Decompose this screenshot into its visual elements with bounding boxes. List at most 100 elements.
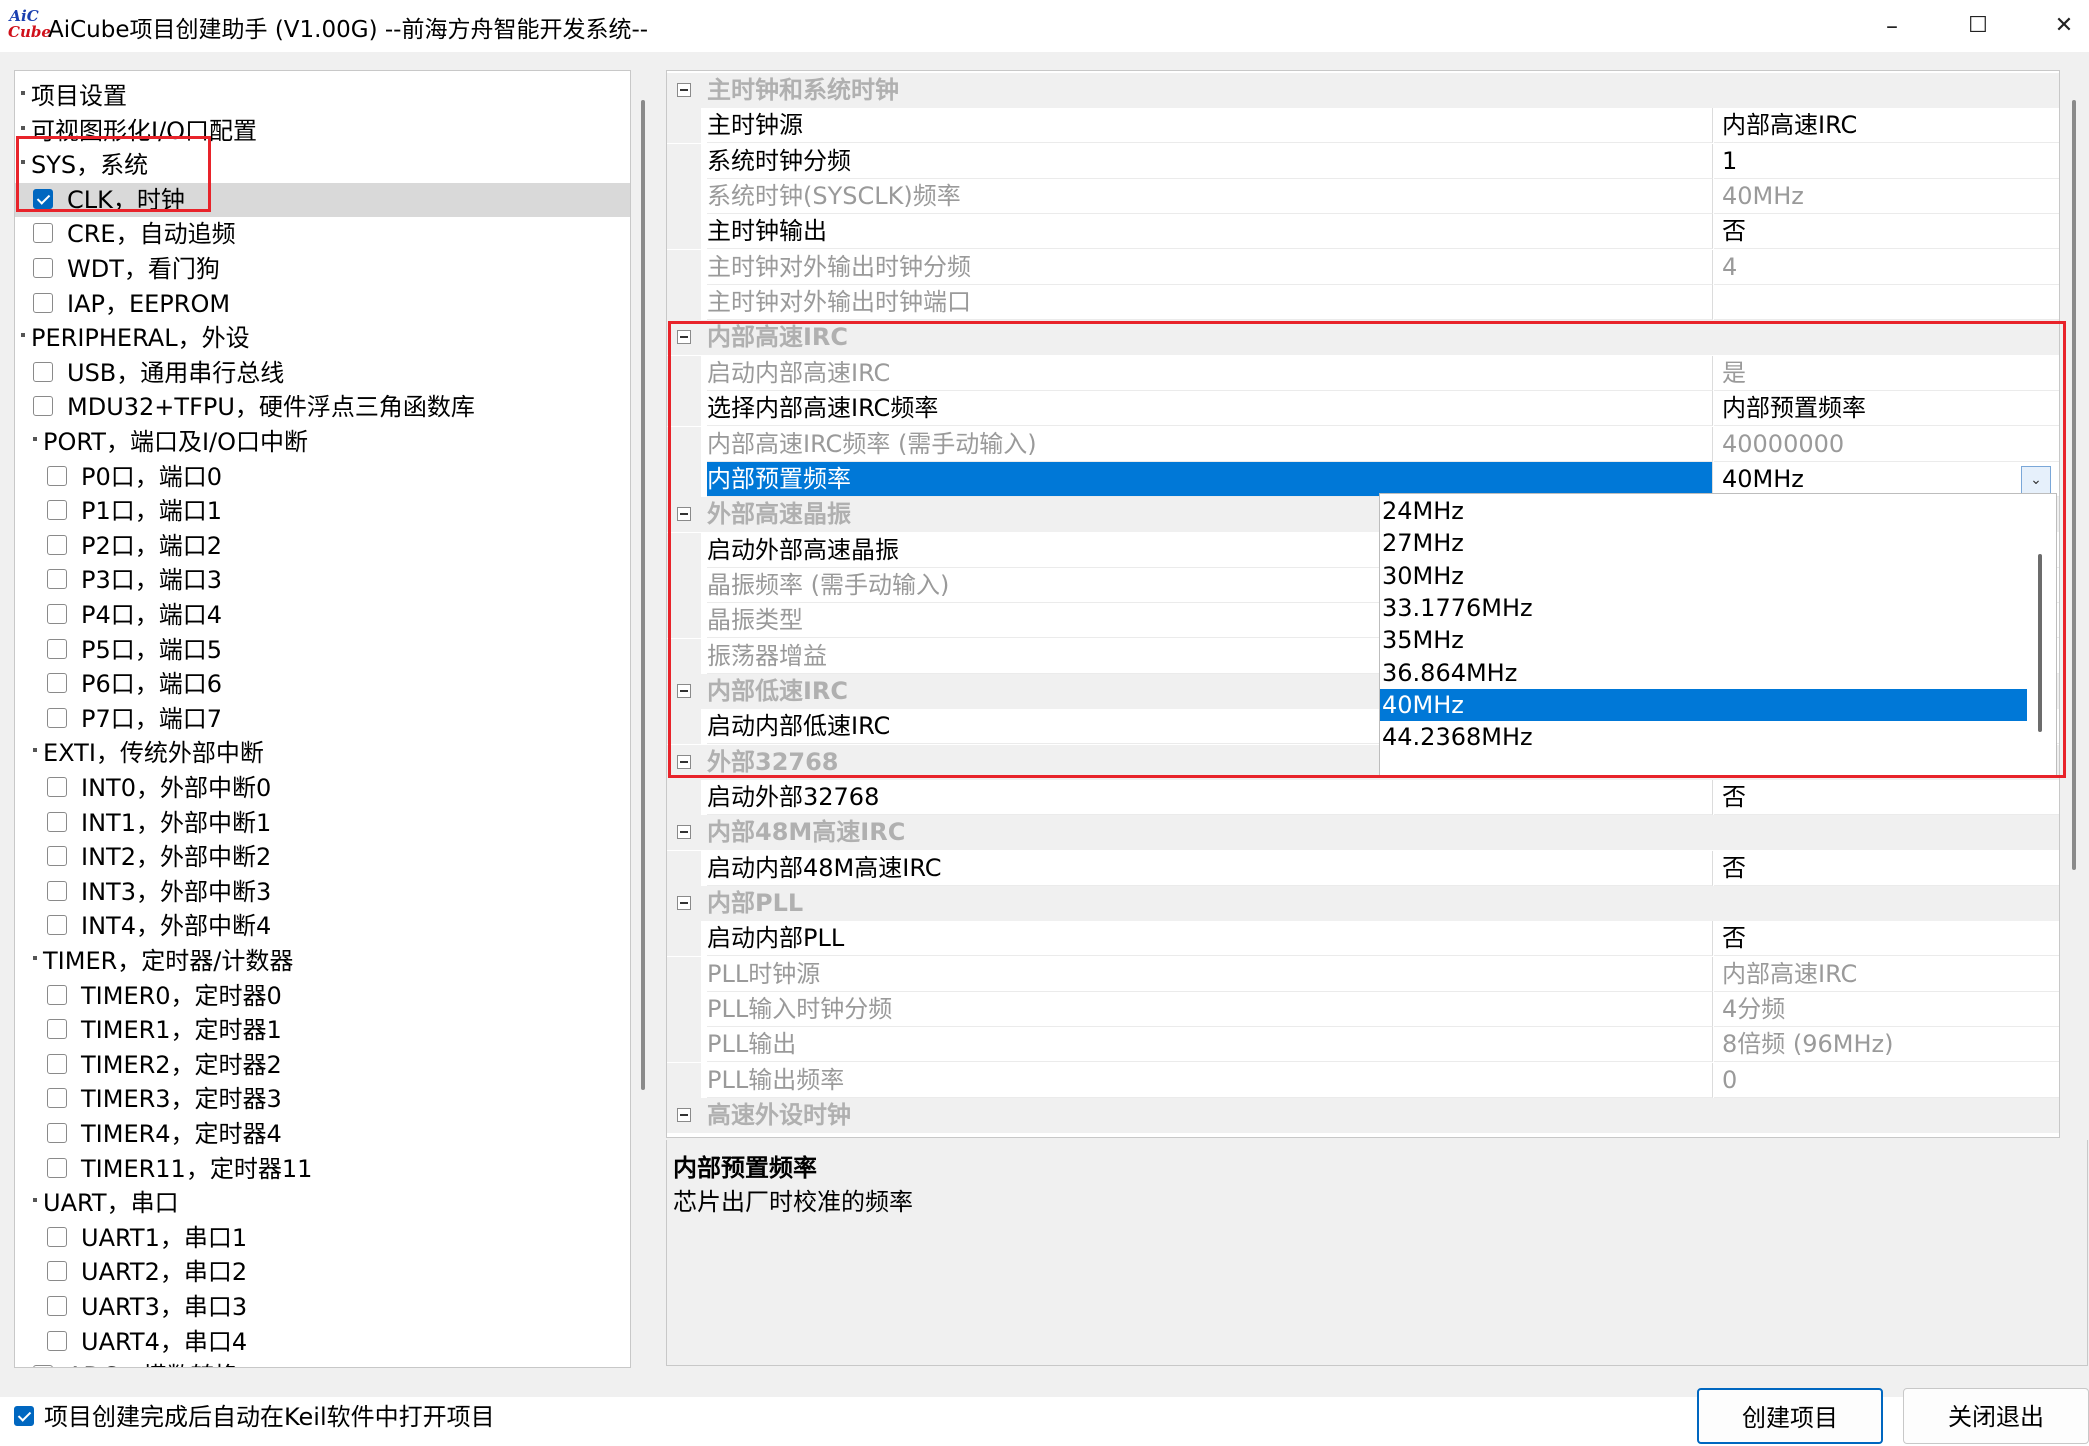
tree-item[interactable]: TIMER，定时器/计数器 xyxy=(15,944,630,978)
tree-item[interactable]: 项目设置 xyxy=(15,79,630,113)
tree-item-checkbox[interactable] xyxy=(33,1365,53,1367)
tree-item[interactable]: P4口，端口4 xyxy=(15,598,630,632)
tree-item-checkbox[interactable] xyxy=(47,1330,67,1351)
tree-item-checkbox[interactable] xyxy=(47,1053,67,1074)
config-tree[interactable]: 项目设置 可视图形化I/O口配置 SYS，系统 CLK，时钟 CRE，自动追频 WDT，看… xyxy=(14,70,631,1368)
tree-item[interactable]: USB，通用串行总线 xyxy=(15,356,630,390)
tree-item[interactable]: TIMER11，定时器11 xyxy=(15,1152,630,1186)
tree-item[interactable]: EXTI，传统外部中断 xyxy=(15,736,630,770)
tree-item[interactable]: PORT，端口及I/O口中断 xyxy=(15,425,630,459)
tree-item[interactable]: PERIPHERAL，外设 xyxy=(15,321,630,355)
grid-property-row[interactable]: 主时钟输出否 xyxy=(667,214,2059,250)
tree-item-checkbox[interactable] xyxy=(47,1123,67,1143)
tree-item-checkbox[interactable] xyxy=(47,880,67,901)
collapse-icon[interactable] xyxy=(677,1108,691,1123)
tree-item-checkbox[interactable] xyxy=(33,223,53,244)
property-value[interactable]: 内部高速IRC xyxy=(1714,108,2059,144)
property-name[interactable]: PLL输出频率 xyxy=(707,1062,1713,1098)
property-name[interactable]: 主时钟源 xyxy=(707,108,1713,144)
tree-item[interactable]: WDT，看门狗 xyxy=(15,252,630,286)
auto-open-keil-checkbox[interactable]: 项目创建完成后自动在Keil软件中打开项目 xyxy=(14,1402,495,1432)
tree-item[interactable]: P3口，端口3 xyxy=(15,563,630,597)
tree-item-checkbox[interactable] xyxy=(47,1019,67,1040)
property-name[interactable]: 启动内部PLL xyxy=(707,921,1713,957)
property-value[interactable] xyxy=(1714,285,2059,321)
tree-item-checkbox[interactable] xyxy=(47,915,67,936)
property-name[interactable]: PLL输入时钟分频 xyxy=(707,992,1713,1028)
grid-scrollbar[interactable] xyxy=(2072,100,2076,870)
minimize-button[interactable]: – xyxy=(1862,6,1922,46)
property-name[interactable]: PLL时钟源 xyxy=(707,956,1713,992)
property-value[interactable]: 40MHz xyxy=(1714,179,2059,215)
close-exit-button[interactable]: 关闭退出 xyxy=(1903,1388,2089,1444)
tree-expander-icon[interactable] xyxy=(21,91,25,95)
tree-item-checkbox[interactable] xyxy=(47,1088,67,1109)
tree-item-checkbox[interactable] xyxy=(47,1157,67,1178)
grid-category-row[interactable]: 高速外设时钟 xyxy=(667,1098,2059,1134)
property-value[interactable]: 否 xyxy=(1714,780,2059,815)
tree-item-checkbox[interactable] xyxy=(47,534,67,555)
tree-expander-icon[interactable] xyxy=(21,125,25,130)
tree-item[interactable]: P5口，端口5 xyxy=(15,633,630,667)
tree-item[interactable]: TIMER4，定时器4 xyxy=(15,1117,630,1151)
tree-item-checkbox[interactable] xyxy=(47,673,67,694)
grid-property-row[interactable]: 系统时钟分频 1 xyxy=(667,143,2059,179)
property-value[interactable]: 内部高速IRC xyxy=(1714,957,2059,992)
grid-property-row[interactable]: PLL输出 8倍频 (96MHz) xyxy=(667,1027,2059,1063)
tree-item-checkbox[interactable] xyxy=(33,292,53,313)
property-name[interactable]: 主时钟输出 xyxy=(707,214,1713,250)
maximize-button[interactable]: ☐ xyxy=(1948,6,2008,46)
grid-property-row[interactable]: 主时钟对外输出时钟分频 4 xyxy=(667,249,2059,285)
tree-item[interactable]: TIMER0，定时器0 xyxy=(15,979,630,1013)
grid-category-row[interactable]: 主时钟和系统时钟 xyxy=(667,73,2059,108)
property-name[interactable]: 系统时钟分频 xyxy=(707,143,1713,179)
tree-expander-icon[interactable] xyxy=(33,748,37,753)
tree-item-checkbox[interactable] xyxy=(47,811,67,832)
property-name[interactable]: 系统时钟(SYSCLK)频率 xyxy=(707,179,1713,215)
property-value[interactable]: 否 xyxy=(1714,921,2059,957)
grid-property-row[interactable]: 启动内部48M高速IRC 否 xyxy=(667,850,2059,886)
tree-item[interactable]: CRE，自动追频 xyxy=(15,217,630,251)
property-name[interactable]: 启动外部32768 xyxy=(707,780,1713,815)
grid-property-row[interactable]: PLL输出频率 0 xyxy=(667,1062,2059,1098)
property-value[interactable]: 8倍频 (96MHz) xyxy=(1714,1027,2059,1063)
collapse-icon[interactable] xyxy=(677,83,691,97)
tree-item-checkbox[interactable] xyxy=(33,258,53,278)
collapse-icon[interactable] xyxy=(677,825,691,840)
tree-item-checkbox[interactable] xyxy=(47,707,67,728)
tree-item[interactable]: UART4，串口4 xyxy=(15,1325,630,1359)
tree-item[interactable]: MDU32+TFPU，硬件浮点三角函数库 xyxy=(15,390,630,424)
tree-item[interactable]: INT3，外部中断3 xyxy=(15,875,630,909)
tree-item-checkbox[interactable] xyxy=(47,638,67,659)
tree-expander-icon[interactable] xyxy=(33,437,37,441)
grid-property-row[interactable]: PLL时钟源 内部高速IRC xyxy=(667,956,2059,992)
grid-property-row[interactable]: 主时钟源 内部高速IRC xyxy=(667,108,2059,144)
grid-property-row[interactable]: PLL输入时钟分频 4分频 xyxy=(667,992,2059,1028)
tree-item[interactable]: UART1，串口1 xyxy=(15,1221,630,1255)
tree-item-checkbox[interactable] xyxy=(47,465,67,486)
tree-item[interactable]: P6口，端口6 xyxy=(15,667,630,701)
grid-property-row[interactable]: 系统时钟(SYSCLK)频率 40MHz xyxy=(667,179,2059,215)
tree-item[interactable]: P7口，端口7 xyxy=(15,702,630,736)
tree-item-checkbox[interactable] xyxy=(47,984,67,1005)
grid-category-row[interactable]: 内部PLL xyxy=(667,886,2059,922)
tree-item-checkbox[interactable] xyxy=(33,396,53,417)
tree-item[interactable]: ADC，模数转换 xyxy=(15,1359,630,1367)
collapse-icon[interactable] xyxy=(677,896,691,911)
tree-item[interactable]: INT1，外部中断1 xyxy=(15,806,630,840)
tree-item-checkbox[interactable] xyxy=(47,846,67,867)
tree-item[interactable]: P1口，端口1 xyxy=(15,494,630,528)
tree-item-checkbox[interactable] xyxy=(47,569,67,590)
tree-item[interactable]: INT2，外部中断2 xyxy=(15,840,630,874)
close-button[interactable]: ✕ xyxy=(2034,6,2089,46)
grid-category-row[interactable]: 内部48M高速IRC xyxy=(667,815,2059,851)
tree-item[interactable]: UART3，串口3 xyxy=(15,1290,630,1324)
tree-item-checkbox[interactable] xyxy=(47,1226,67,1247)
tree-expander-icon[interactable] xyxy=(33,956,37,960)
tree-item-checkbox[interactable] xyxy=(47,604,67,624)
property-value[interactable]: 0 xyxy=(1714,1063,2059,1098)
tree-item[interactable]: UART，串口 xyxy=(15,1186,630,1220)
tree-item[interactable]: INT0，外部中断0 xyxy=(15,771,630,805)
property-name[interactable]: PLL输出 xyxy=(707,1027,1713,1063)
property-name[interactable]: 启动内部48M高速IRC xyxy=(707,850,1713,886)
